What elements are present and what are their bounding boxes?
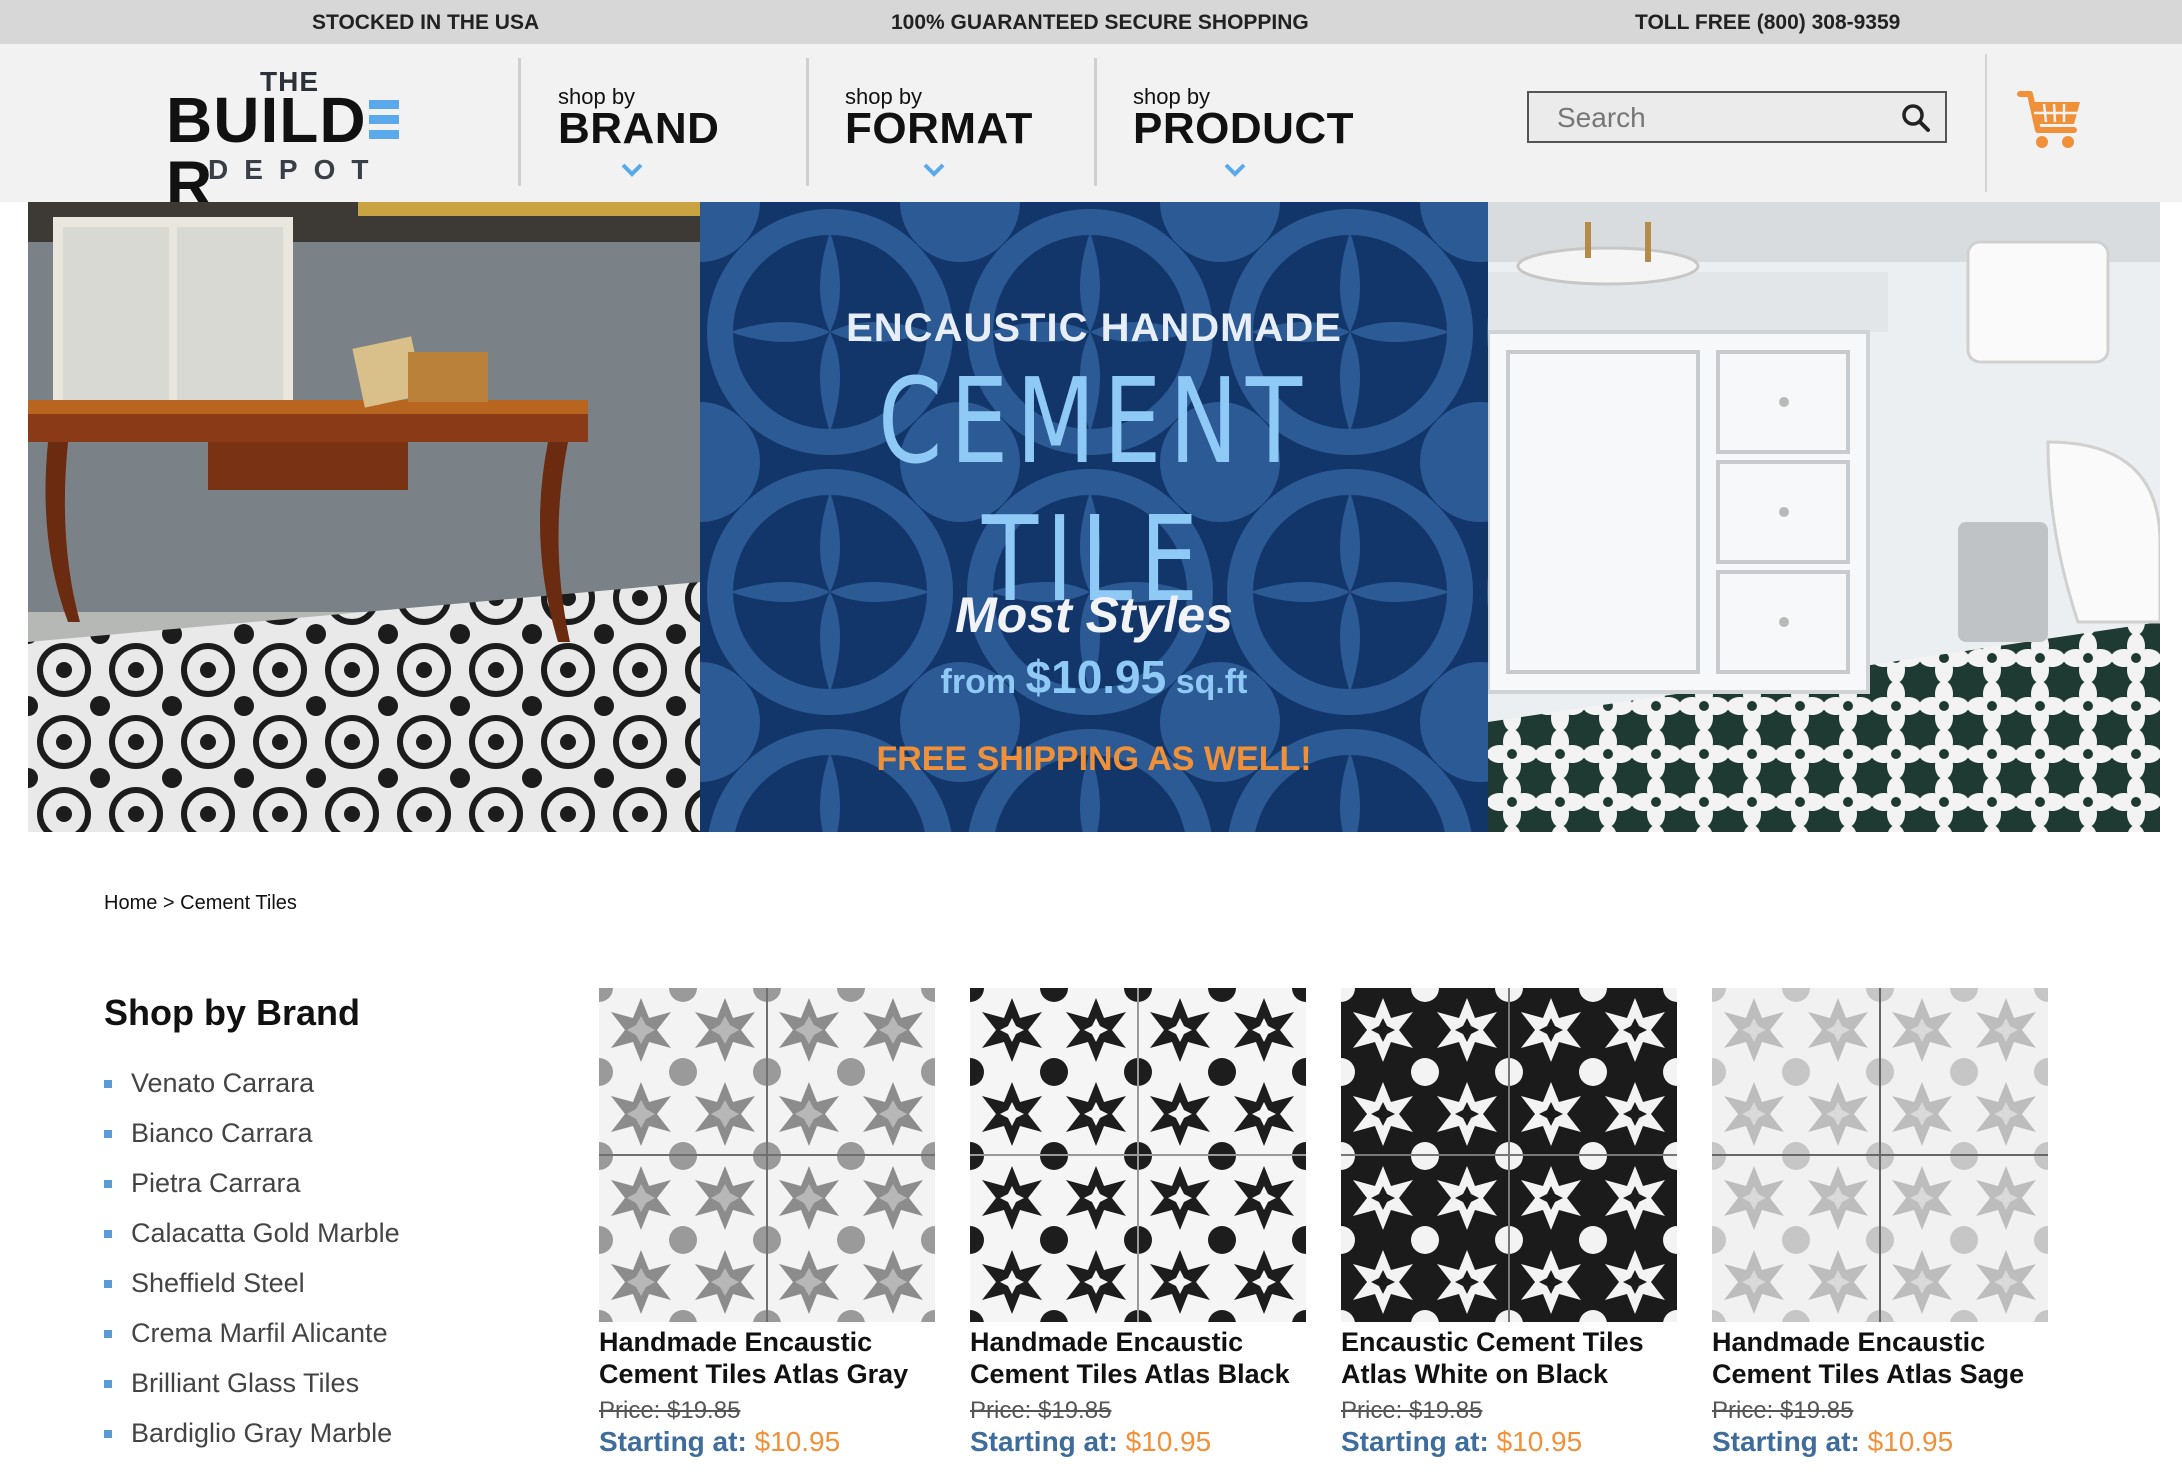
product-name[interactable]: Handmade Encaustic Cement Tiles Atlas Gr… (599, 1326, 935, 1390)
hero-most-styles: Most Styles (955, 587, 1233, 643)
hero-price-line: from $10.95 sq.ft (940, 651, 1248, 703)
logo-depot: DEPOT (208, 154, 385, 185)
brand-link[interactable]: Brilliant Glass Tiles (104, 1366, 400, 1416)
search-icon[interactable] (1901, 103, 1931, 133)
brand-link[interactable]: Calacatta Gold Marble (104, 1216, 400, 1266)
nav-brand-big: BRAND (558, 104, 720, 153)
breadcrumb-current: Cement Tiles (180, 892, 297, 914)
hero-right-bathroom-image (1488, 202, 2160, 832)
breadcrumb-home[interactable]: Home (104, 892, 157, 914)
product-name[interactable]: Handmade Encaustic Cement Tiles Atlas Sa… (1712, 1326, 2048, 1390)
search-input[interactable] (1529, 93, 1919, 143)
product-image[interactable] (1712, 988, 2048, 1322)
hero-left-room-image (28, 202, 700, 832)
product-name[interactable]: Encaustic Cement Tiles Atlas White on Bl… (1341, 1326, 1677, 1390)
product-image[interactable] (1341, 988, 1677, 1322)
brand-link[interactable]: Bianco Carrara (104, 1116, 400, 1166)
nav-divider (1094, 58, 1097, 186)
hero-price: $10.95 (1025, 651, 1167, 703)
logo-e-bars (367, 98, 401, 142)
product-card[interactable]: Encaustic Cement Tiles Atlas White on Bl… (1341, 988, 1677, 1458)
nav-format-big: FORMAT (845, 104, 1033, 153)
breadcrumb-separator: > (162, 892, 175, 914)
product-original-price: Price: $19.85 (1341, 1397, 1483, 1424)
chevron-down-icon (1224, 163, 1246, 177)
brand-list: Venato Carrara Bianco Carrara Pietra Car… (104, 1066, 400, 1466)
hero-free-shipping: FREE SHIPPING AS WELL! (876, 740, 1312, 778)
brand-link[interactable]: Venato Carrara (104, 1066, 400, 1116)
brand-link[interactable]: Sheffield Steel (104, 1266, 400, 1316)
builder-depot-logo[interactable]: THE BUILD R DEPOT (160, 66, 430, 216)
search-box (1527, 91, 1947, 143)
product-name[interactable]: Handmade Encaustic Cement Tiles Atlas Bl… (970, 1326, 1306, 1390)
product-starting-price: Starting at: $10.95 (970, 1426, 1212, 1457)
toll-free-phone[interactable]: TOLL FREE (800) 308-9359 (1635, 11, 1900, 35)
hero-promo-panel[interactable]: ENCAUSTIC HANDMADE CEMENT TILE Most Styl… (700, 202, 1488, 832)
secure-shopping-text: 100% GUARANTEED SECURE SHOPPING (891, 11, 1309, 34)
nav-shop-by-brand[interactable]: shop by BRAND (558, 86, 719, 196)
product-starting-price: Starting at: $10.95 (1712, 1426, 1954, 1457)
product-starting-price: Starting at: $10.95 (599, 1426, 841, 1457)
product-card[interactable]: Handmade Encaustic Cement Tiles Atlas Sa… (1712, 988, 2048, 1458)
logo-builder: BUILD R (166, 88, 430, 216)
nav-shop-by-product[interactable]: shop by PRODUCT (1133, 86, 1354, 196)
product-card[interactable]: Handmade Encaustic Cement Tiles Atlas Gr… (599, 988, 935, 1458)
product-original-price: Price: $19.85 (599, 1397, 741, 1424)
nav-divider (806, 58, 809, 186)
hero-headline-small: ENCAUSTIC HANDMADE (846, 306, 1342, 350)
product-starting-price: Starting at: $10.95 (1341, 1426, 1583, 1457)
site-header: THE BUILD R DEPOT shop by BRAND shop by F… (0, 44, 2182, 216)
nav-product-big: PRODUCT (1133, 104, 1355, 153)
nav-divider (518, 58, 521, 186)
product-original-price: Price: $19.85 (970, 1397, 1112, 1424)
hero-banner[interactable]: ENCAUSTIC HANDMADE CEMENT TILE Most Styl… (28, 202, 2160, 832)
brand-link[interactable]: Pietra Carrara (104, 1166, 400, 1216)
brand-link[interactable]: Bardiglio Gray Marble (104, 1416, 400, 1466)
product-image[interactable] (599, 988, 935, 1322)
shopping-cart-icon[interactable] (2016, 86, 2086, 156)
nav-shop-by-format[interactable]: shop by FORMAT (845, 86, 1033, 196)
top-announcement-bar: STOCKED IN THE USA 100% GUARANTEED SECUR… (0, 0, 2182, 44)
stocked-usa-text: STOCKED IN THE USA (312, 11, 540, 34)
product-original-price: Price: $19.85 (1712, 1397, 1854, 1424)
breadcrumb: Home > Cement Tiles (104, 892, 297, 915)
product-image[interactable] (970, 988, 1306, 1322)
product-card[interactable]: Handmade Encaustic Cement Tiles Atlas Bl… (970, 988, 1306, 1458)
chevron-down-icon (923, 163, 945, 177)
brand-link[interactable]: Crema Marfil Alicante (104, 1316, 400, 1366)
cart-divider (1985, 54, 1987, 192)
chevron-down-icon (621, 163, 643, 177)
sidebar-title: Shop by Brand (104, 992, 361, 1033)
